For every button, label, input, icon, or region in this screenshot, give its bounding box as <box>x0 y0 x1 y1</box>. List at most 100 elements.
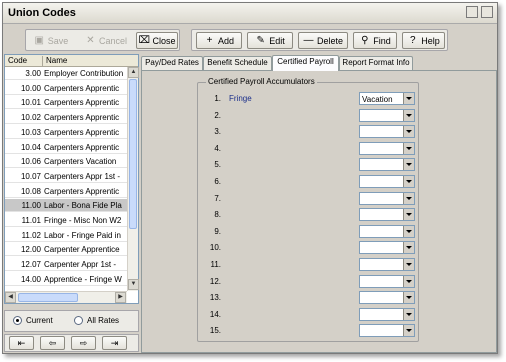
horizontal-scrollbar[interactable]: ◀ ▶ <box>5 291 127 303</box>
list-item-name: Carpenters Vacation <box>44 157 117 167</box>
chevron-down-icon[interactable] <box>403 159 414 171</box>
accumulator-select[interactable] <box>359 191 415 205</box>
list-item[interactable]: 12.00 Carpenter Apprentice <box>5 243 127 257</box>
radio-unselected-icon[interactable] <box>74 316 83 325</box>
rate-filter: Current All Rates <box>4 310 139 332</box>
list-item[interactable]: 10.07 Carpenters Appr 1st - <box>5 170 127 183</box>
delete-button[interactable]: — Delete <box>298 32 348 49</box>
title-bar: Union Codes <box>3 3 497 24</box>
accumulator-select[interactable] <box>359 208 415 222</box>
list-item[interactable]: 11.01 Fringe - Misc Non W2 <box>5 214 127 227</box>
radio-selected-icon[interactable] <box>13 316 22 325</box>
accumulator-row: 8. <box>199 208 417 222</box>
horizontal-scroll-thumb[interactable] <box>18 293 78 302</box>
cancel-button[interactable]: ✕ Cancel <box>83 32 129 49</box>
accumulator-row: 5. <box>199 158 417 172</box>
edit-button[interactable]: ✎ Edit <box>247 32 293 49</box>
list-item-name: Labor - Fringe Paid in <box>44 230 121 240</box>
column-header-code[interactable]: Code <box>8 56 27 65</box>
accumulator-select[interactable] <box>359 258 415 271</box>
help-button[interactable]: ? Help <box>402 32 445 49</box>
toolbar-right: + Add ✎ Edit — Delete ⚲ Find ? Help <box>191 29 448 51</box>
minimize-icon[interactable] <box>466 6 478 18</box>
chevron-down-icon[interactable] <box>403 192 414 204</box>
radio-all-rates[interactable]: All Rates <box>74 316 119 325</box>
accumulator-select[interactable] <box>359 274 415 288</box>
next-record-button[interactable]: ⇨ <box>71 336 96 350</box>
chevron-down-icon[interactable] <box>403 242 414 254</box>
scroll-left-icon[interactable]: ◀ <box>5 292 16 303</box>
accumulator-select[interactable] <box>359 324 415 338</box>
accumulator-select[interactable] <box>359 141 415 155</box>
union-codes-list[interactable]: Code Name 3.00 Employer Contribution 10.00… <box>4 54 139 304</box>
chevron-down-icon[interactable] <box>403 176 414 187</box>
vertical-scrollbar[interactable]: ▲ ▼ <box>127 67 139 291</box>
accumulator-select[interactable] <box>359 175 415 188</box>
chevron-down-icon[interactable] <box>403 292 414 304</box>
scroll-right-icon[interactable]: ▶ <box>115 292 126 303</box>
first-record-button[interactable]: ⇤ <box>9 336 34 350</box>
column-header-name[interactable]: Name <box>46 56 67 65</box>
chevron-down-icon[interactable] <box>403 209 414 221</box>
previous-record-button[interactable]: ⇦ <box>40 336 65 350</box>
list-item[interactable]: 12.07 Carpenter Appr 1st - <box>5 258 127 272</box>
list-item[interactable]: 10.04 Carpenters Apprentic <box>5 141 127 154</box>
chevron-down-icon[interactable] <box>403 259 414 270</box>
accumulator-select[interactable] <box>359 125 415 139</box>
list-item-name: Carpenters Apprentic <box>44 186 120 196</box>
add-button[interactable]: + Add <box>196 32 242 49</box>
chevron-down-icon[interactable] <box>403 225 414 237</box>
accumulator-number: 10. <box>209 243 221 253</box>
radio-current[interactable]: Current <box>13 316 53 325</box>
accumulator-select[interactable] <box>359 307 415 321</box>
chevron-down-icon[interactable] <box>403 308 414 320</box>
find-button[interactable]: ⚲ Find <box>353 32 397 49</box>
accumulator-row: 10. <box>199 241 417 255</box>
save-button[interactable]: ▣ Save <box>29 32 73 49</box>
chevron-down-icon[interactable] <box>403 109 414 121</box>
tab-benefit-schedule[interactable]: Benefit Schedule <box>203 56 272 70</box>
tab-pay-ded-rates[interactable]: Pay/Ded Rates <box>141 56 203 70</box>
scroll-down-icon[interactable]: ▼ <box>128 279 139 290</box>
accumulator-select[interactable] <box>359 241 415 255</box>
list-item[interactable]: 10.03 Carpenters Apprentic <box>5 126 127 139</box>
accumulator-number: 9. <box>214 226 221 236</box>
column-divider[interactable] <box>42 56 43 66</box>
chevron-down-icon[interactable] <box>403 142 414 154</box>
chevron-down-icon[interactable] <box>403 126 414 138</box>
list-item-code: 10.03 <box>20 127 41 137</box>
list-item[interactable]: 11.00 Labor - Bona Fide Pla <box>5 199 127 213</box>
list-item[interactable]: 10.01 Carpenters Apprentic <box>5 96 127 110</box>
accumulator-select[interactable] <box>359 108 415 122</box>
list-item-code: 10.01 <box>20 98 41 108</box>
toolbar-left: ▣ Save ✕ Cancel ⌧ Close <box>25 29 180 51</box>
accumulator-select[interactable] <box>359 158 415 172</box>
list-item[interactable]: 11.02 Labor - Fringe Paid in <box>5 229 127 242</box>
list-item[interactable]: 14.00 Apprentice - Fringe W <box>5 273 127 286</box>
list-item[interactable]: 3.00 Employer Contribution <box>5 67 127 80</box>
close-button[interactable]: ⌧ Close <box>136 32 178 49</box>
accumulator-select[interactable] <box>359 291 415 305</box>
accumulator-select[interactable] <box>359 224 415 238</box>
scroll-up-icon[interactable]: ▲ <box>128 67 139 78</box>
accumulator-row: 7. <box>199 191 417 206</box>
chevron-down-icon[interactable] <box>403 325 414 337</box>
list-item[interactable]: 10.00 Carpenters Apprentic <box>5 82 127 95</box>
chevron-down-icon[interactable] <box>403 93 414 104</box>
tab-report-format-info[interactable]: Report Format Info <box>339 56 413 70</box>
accumulator-select-value: Vacation <box>362 95 393 104</box>
list-item-code: 10.06 <box>20 157 41 167</box>
chevron-down-icon[interactable] <box>403 275 414 287</box>
list-item[interactable]: 10.08 Carpenters Apprentic <box>5 185 127 198</box>
vertical-scroll-thumb[interactable] <box>129 79 137 229</box>
list-item-code: 11.02 <box>21 230 41 240</box>
last-record-button[interactable]: ⇥ <box>102 336 127 350</box>
accumulator-select[interactable]: Vacation <box>359 92 415 105</box>
record-navigation: ⇤ ⇦ ⇨ ⇥ <box>4 334 139 352</box>
list-item[interactable]: 10.06 Carpenters Vacation <box>5 155 127 169</box>
close-window-icon[interactable] <box>481 6 493 18</box>
list-item-code: 11.00 <box>21 201 41 211</box>
list-item[interactable]: 10.02 Carpenters Apprentic <box>5 111 127 125</box>
accumulator-row: 2. <box>199 108 417 123</box>
tab-certified-payroll[interactable]: Certified Payroll <box>272 55 339 71</box>
